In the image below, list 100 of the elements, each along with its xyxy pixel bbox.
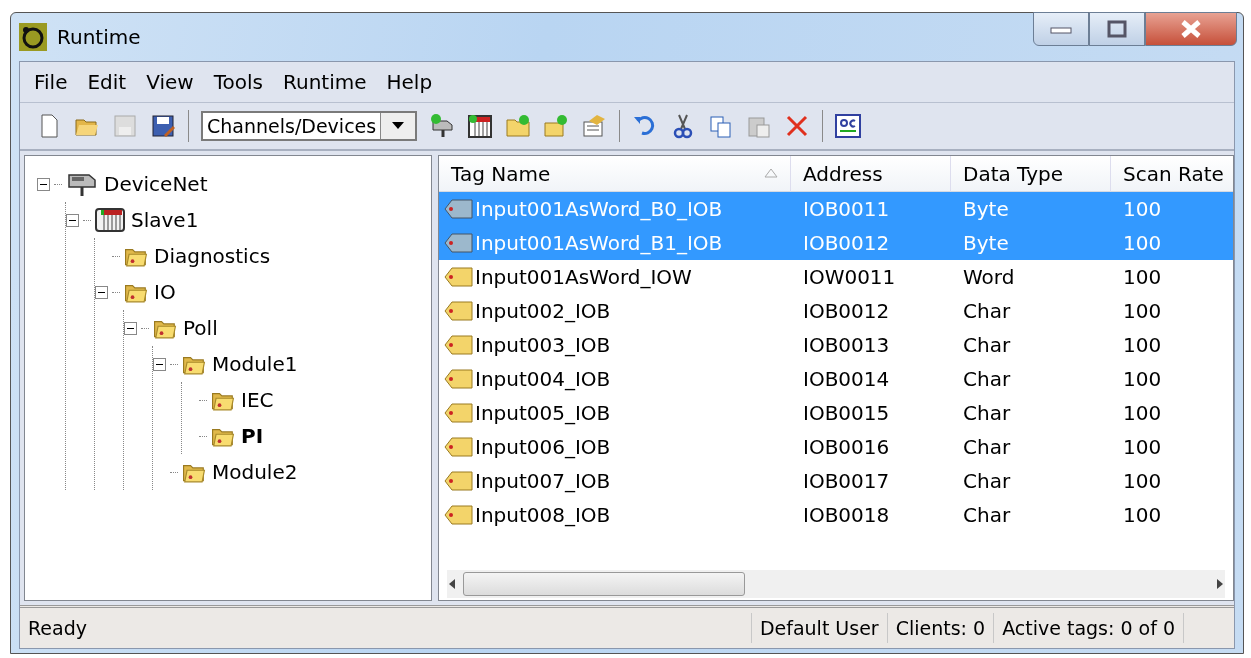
scroll-left-icon[interactable] [447,578,457,590]
collapse-toggle[interactable] [37,177,50,191]
table-cell: Input001AsWord_IOW [475,265,692,289]
status-text: Ready [27,617,88,639]
maximize-icon [1107,20,1127,38]
network-device-icon [66,171,98,197]
collapse-toggle[interactable] [124,321,137,335]
tag-icon [443,266,473,288]
tag-icon [443,470,473,492]
table-cell: Input005_IOB [475,401,611,425]
table-cell: Char [963,333,1011,357]
table-cell: Input001AsWord_B0_IOB [475,197,723,221]
view-dropdown[interactable]: Channels/Devices [201,111,418,141]
table-cell: Input001AsWord_B1_IOB [475,231,723,255]
table-cell: IOW0011 [803,265,896,289]
menu-item[interactable]: Edit [79,70,135,94]
tree-item[interactable]: Diagnostics [152,244,273,268]
quick-client-icon[interactable] [835,113,862,139]
tree-item[interactable]: IEC [239,388,276,412]
table-cell: IOB0018 [803,503,890,527]
table-row[interactable]: Input007_IOB IOB0017 Char 100 [439,464,1233,498]
menu-item[interactable]: Runtime [274,70,375,94]
table-cell: Input004_IOB [475,367,611,391]
table-cell: 100 [1123,231,1162,255]
column-header[interactable]: Address [791,156,951,192]
save-as-icon[interactable] [150,113,176,139]
table-cell: 100 [1123,265,1162,289]
collapse-toggle[interactable] [66,213,79,227]
table-cell: IOB0011 [803,197,890,221]
table-cell: Byte [963,197,1009,221]
sort-icon [764,168,778,178]
status-text: Clients: 0 [886,613,994,643]
tag-icon [443,232,473,254]
app-logo-icon [19,23,47,51]
menu-item[interactable]: Help [378,70,441,94]
tag-icon [443,402,473,424]
tree-item[interactable]: Slave1 [129,208,201,232]
window-title: Runtime [57,25,141,49]
maximize-button[interactable] [1089,12,1145,46]
table-row[interactable]: Input005_IOB IOB0015 Char 100 [439,396,1233,430]
tree-item[interactable]: PI [239,424,266,448]
tree-item[interactable]: Poll [181,316,220,340]
module-rack-icon [95,207,125,233]
tag-icon [443,368,473,390]
tag-icon [443,300,473,322]
table-row[interactable]: Input002_IOB IOB0012 Char 100 [439,294,1233,328]
tag-icon [443,198,473,220]
collapse-toggle[interactable] [153,357,166,371]
table-row[interactable]: Input006_IOB IOB0016 Char 100 [439,430,1233,464]
add-device-icon[interactable] [429,113,456,139]
table-cell: 100 [1123,367,1162,391]
minimize-icon [1050,24,1072,34]
tree-item[interactable]: Module1 [210,352,300,376]
table-cell: Input003_IOB [475,333,611,357]
caret-icon [392,122,405,130]
table-row[interactable]: Input001AsWord_IOW IOW0011 Word 100 [439,260,1233,294]
close-icon [1179,19,1203,39]
menu-item[interactable]: View [138,70,202,94]
column-header[interactable]: Tag Name [439,156,791,192]
menu-item[interactable]: File [26,70,76,94]
minimize-button[interactable] [1033,12,1089,46]
column-header[interactable]: Data Type [951,156,1111,192]
table-cell: IOB0012 [803,231,890,255]
tree-item[interactable]: Module2 [210,460,300,484]
horizontal-scrollbar[interactable] [447,570,1225,598]
table-row[interactable]: Input003_IOB IOB0013 Char 100 [439,328,1233,362]
close-button[interactable] [1145,12,1237,46]
table-cell: Word [963,265,1015,289]
tag-icon [443,334,473,356]
table-cell: Byte [963,231,1009,255]
table-cell: 100 [1123,299,1162,323]
table-cell: Input006_IOB [475,435,611,459]
add-module-icon[interactable] [467,113,494,139]
table-cell: 100 [1123,469,1162,493]
table-cell: 100 [1123,503,1162,527]
table-row[interactable]: Input004_IOB IOB0014 Char 100 [439,362,1233,396]
table-cell: Char [963,367,1011,391]
scroll-right-icon[interactable] [1215,578,1225,590]
table-cell: Input002_IOB [475,299,611,323]
status-text: Default User [750,613,887,643]
table-cell: 100 [1123,401,1162,425]
table-cell: IOB0016 [803,435,890,459]
table-cell: 100 [1123,197,1162,221]
tree-item[interactable]: IO [152,280,178,304]
table-cell: IOB0017 [803,469,890,493]
tag-icon [443,436,473,458]
table-cell: Char [963,503,1011,527]
table-cell: 100 [1123,333,1162,357]
table-row[interactable]: Input008_IOB IOB0018 Char 100 [439,498,1233,532]
table-cell: IOB0015 [803,401,890,425]
collapse-toggle[interactable] [95,285,108,299]
table-cell: Char [963,299,1011,323]
tree-item[interactable]: DeviceNet [102,172,210,196]
menu-item[interactable]: Tools [205,70,271,94]
status-text: Active tags: 0 of 0 [993,613,1183,643]
tag-icon [443,504,473,526]
table-cell: IOB0013 [803,333,890,357]
table-cell: 100 [1123,435,1162,459]
table-cell: IOB0014 [803,367,890,391]
table-cell: Char [963,435,1011,459]
